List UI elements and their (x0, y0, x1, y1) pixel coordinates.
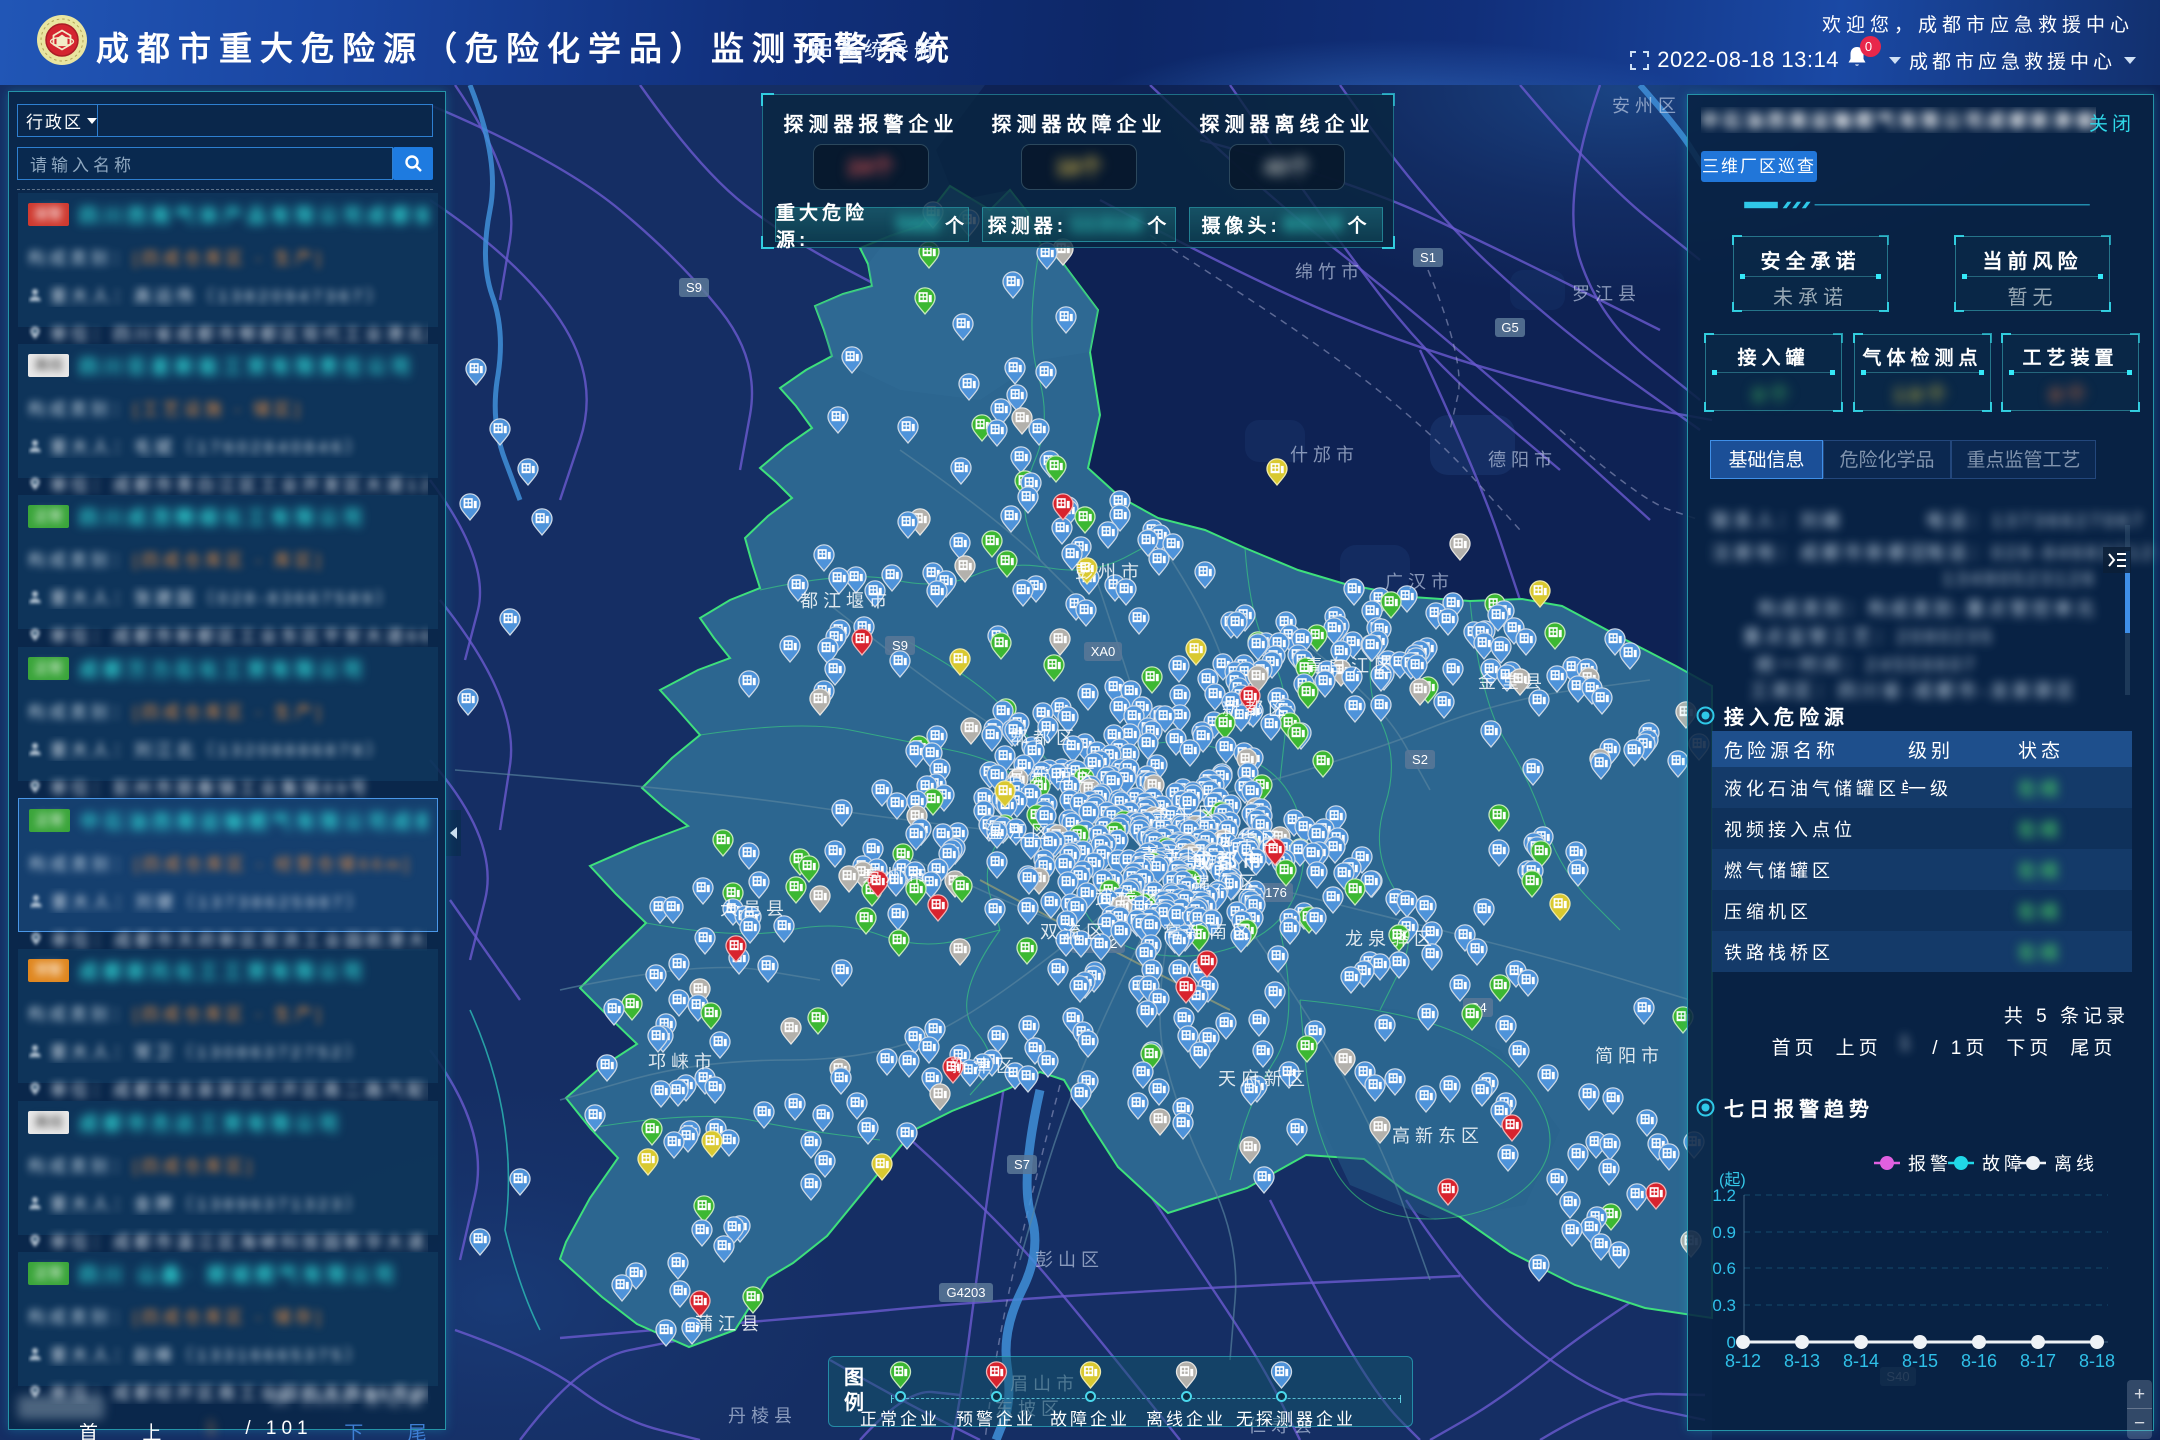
svg-text:0.3: 0.3 (1712, 1296, 1736, 1315)
svg-text:龙泉驿区: 龙泉驿区 (1345, 929, 1437, 949)
svg-text:大邑县: 大邑县 (720, 899, 789, 919)
svg-text:邛崃市: 邛崃市 (648, 1052, 717, 1072)
svg-text:8-15: 8-15 (1902, 1351, 1938, 1371)
svg-text:成都市: 成都市 (1192, 849, 1267, 873)
svg-text:德阳市: 德阳市 (1488, 450, 1557, 470)
svg-text:G5: G5 (1501, 320, 1518, 335)
svg-text:新津区: 新津区 (950, 1056, 1019, 1076)
svg-text:郫都区: 郫都区 (1010, 728, 1079, 748)
svg-text:罗江县: 罗江县 (1572, 284, 1641, 304)
svg-text:S2: S2 (1412, 752, 1428, 767)
svg-text:8-18: 8-18 (2079, 1351, 2115, 1371)
svg-text:绵竹市: 绵竹市 (1295, 262, 1364, 282)
svg-text:8-13: 8-13 (1784, 1351, 1820, 1371)
svg-text:丹棱县: 丹棱县 (728, 1406, 797, 1426)
svg-text:8-14: 8-14 (1843, 1351, 1879, 1371)
svg-text:S1: S1 (1420, 250, 1436, 265)
svg-text:报警: 报警 (1908, 1154, 1952, 1174)
svg-text:S7: S7 (1014, 1157, 1030, 1172)
svg-text:176: 176 (1265, 885, 1287, 900)
svg-text:XA0: XA0 (1091, 644, 1116, 659)
svg-text:1.2: 1.2 (1712, 1186, 1736, 1205)
svg-text:都江堰市: 都江堰市 (800, 591, 892, 611)
svg-text:彭州市: 彭州市 (1075, 562, 1144, 582)
svg-text:彭山区: 彭山区 (1035, 1250, 1104, 1270)
svg-text:高新西区: 高新西区 (1008, 766, 1100, 786)
svg-text:温江区: 温江区 (985, 822, 1054, 842)
svg-text:0.6: 0.6 (1712, 1259, 1736, 1278)
svg-text:金堂县: 金堂县 (1478, 672, 1547, 692)
svg-text:什邡市: 什邡市 (1290, 445, 1359, 465)
svg-text:8-17: 8-17 (2020, 1351, 2056, 1371)
svg-text:崇州市: 崇州市 (862, 866, 931, 886)
svg-text:8-16: 8-16 (1961, 1351, 1997, 1371)
svg-text:故障: 故障 (1982, 1154, 2026, 1174)
svg-text:S9: S9 (686, 280, 702, 295)
svg-text:0: 0 (1727, 1333, 1736, 1352)
svg-text:高新东区: 高新东区 (1392, 1126, 1484, 1146)
svg-text:武侯区: 武侯区 (1095, 888, 1164, 908)
svg-text:8-12: 8-12 (1725, 1351, 1761, 1371)
svg-text:天府新区: 天府新区 (1218, 1069, 1310, 1089)
svg-text:G4203: G4203 (946, 1285, 985, 1300)
svg-text:金牛区: 金牛区 (1152, 804, 1221, 824)
svg-text:0.9: 0.9 (1712, 1223, 1736, 1242)
svg-text:蒲江县: 蒲江县 (695, 1314, 764, 1334)
svg-text:成华区: 成华区 (1215, 829, 1284, 849)
svg-text:锦江区: 锦江区 (1192, 873, 1261, 893)
svg-text:新都区: 新都区 (1222, 699, 1291, 719)
svg-text:安州区: 安州区 (1612, 96, 1681, 116)
svg-text:高新南区: 高新南区 (1163, 922, 1255, 942)
svg-text:简阳市: 简阳市 (1595, 1046, 1664, 1066)
svg-text:青白江区: 青白江区 (1305, 656, 1397, 676)
svg-text:广汉市: 广汉市 (1385, 572, 1454, 592)
svg-text:离线: 离线 (2054, 1154, 2098, 1174)
svg-text:双流区: 双流区 (1040, 922, 1109, 942)
